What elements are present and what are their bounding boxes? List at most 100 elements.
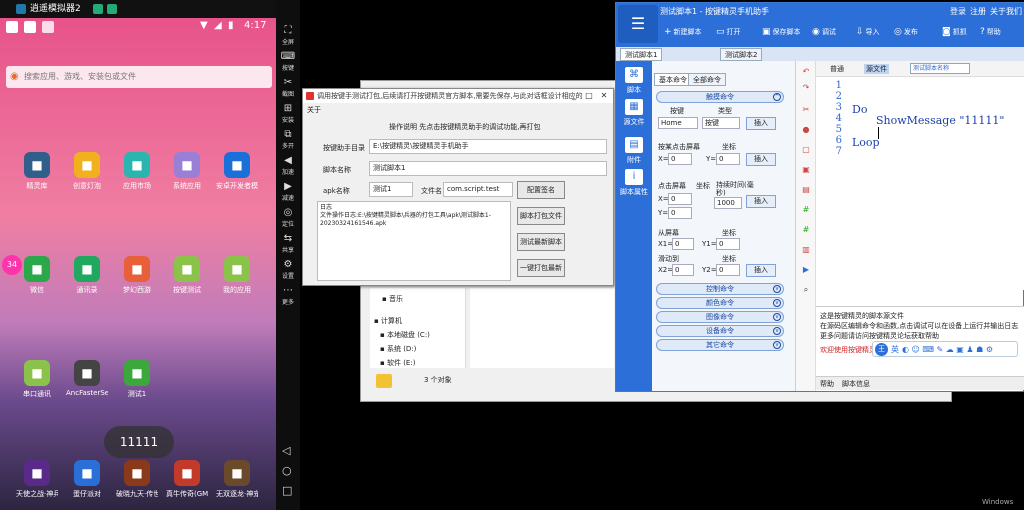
home-app[interactable]: ■ 梦幻西游 (116, 256, 158, 295)
explorer-nav-item[interactable]: ▪ 计算机 (374, 316, 402, 326)
nav-source[interactable]: ▦ 源文件 (616, 99, 652, 127)
save-script-button[interactable]: ▣ 保存脚本 (762, 27, 801, 37)
debug-button[interactable]: ◉ 调试 (812, 27, 836, 37)
comment-icon[interactable]: # (801, 225, 811, 235)
sidebar-2[interactable]: ✂ 截图 (276, 74, 300, 100)
dock-app[interactable]: ■ 破晓九天·传世... (116, 460, 158, 499)
section-other[interactable]: 其它命令 v (656, 339, 784, 351)
tab-all-commands[interactable]: 全部命令 (688, 73, 726, 86)
undo-icon[interactable]: ↶ (801, 67, 811, 77)
search-input[interactable]: ◉ 搜索应用、游戏、安装包或文件 (6, 66, 272, 88)
section-device[interactable]: 设备命令 v (656, 325, 784, 337)
home-app[interactable]: ■ 我的应用 (216, 256, 258, 295)
sidebar-0[interactable]: ⛶ 全屏 (276, 22, 300, 48)
swipe-x1-input[interactable]: 0 (672, 238, 694, 250)
home-app[interactable]: ■ 通讯录 (66, 256, 108, 295)
home-app[interactable]: ■ 应用市场 (116, 152, 158, 191)
script-name-input[interactable]: 测试脚本1 (369, 161, 607, 176)
insert-button[interactable]: 插入 (746, 117, 776, 130)
record-icon[interactable]: ● (801, 125, 811, 135)
tab-script1[interactable]: 测试脚本1 (620, 48, 663, 61)
insert-button[interactable]: 插入 (746, 195, 776, 208)
tap-x-input[interactable]: 0 (668, 153, 692, 165)
menu-icon[interactable]: ☰ (618, 5, 658, 43)
uncomment-icon[interactable]: ▥ (801, 245, 811, 255)
about-link[interactable]: 关于我们 (990, 3, 1022, 21)
dock-app[interactable]: ■ 蛋仔派对 (66, 460, 108, 499)
delete-icon[interactable]: ▤ (801, 185, 811, 195)
paste-icon[interactable]: ▣ (801, 165, 811, 175)
nav-properties[interactable]: i 脚本属性 (616, 169, 652, 197)
home-app[interactable]: ■ 系统应用 (166, 152, 208, 191)
home-app[interactable]: ■ 串口通讯 (16, 360, 58, 399)
onekey-pack-button[interactable]: 一键打包最新 (517, 259, 565, 277)
home-app[interactable]: ■ 按键测试 (166, 256, 208, 295)
sidebar-3[interactable]: ⊞ 安装 (276, 100, 300, 126)
section-color[interactable]: 颜色命令 v (656, 297, 784, 309)
sidebar-9[interactable]: ⚙ 设置 (276, 256, 300, 282)
register-link[interactable]: 注册 (970, 3, 986, 21)
type-select[interactable]: 按键 (702, 117, 740, 129)
find-icon[interactable]: ⌕ (801, 285, 811, 295)
sidebar-6[interactable]: ▶ 减速 (276, 178, 300, 204)
test-latest-button[interactable]: 测试最新脚本 (517, 233, 565, 251)
explorer-nav-item[interactable]: ▪ 音乐 (382, 294, 403, 304)
ime-tool-icons[interactable]: ◐ ☺ ⌨ ✎ ☁ ▣ ♟ ☗ ⚙ (902, 345, 993, 354)
go-icon[interactable]: ▶ (801, 265, 811, 275)
tap-y-input[interactable]: 0 (716, 153, 740, 165)
file-name-input[interactable]: com.script.test (443, 182, 513, 197)
dock-app[interactable]: ■ 无双逐龙·神宠... (216, 460, 258, 499)
insert-button[interactable]: 插入 (746, 153, 776, 166)
login-link[interactable]: 登录 (950, 3, 966, 21)
maximize-button[interactable]: □ (582, 90, 596, 101)
tab-help[interactable]: 帮助 (820, 379, 834, 389)
tab-basic-commands[interactable]: 基本命令 (654, 73, 692, 86)
sidebar-5[interactable]: ◀ 加速 (276, 152, 300, 178)
new-script-button[interactable]: + 新建脚本 (664, 27, 702, 37)
swipe-y1-input[interactable]: 0 (716, 238, 740, 250)
apk-name-input[interactable]: 测试1 (369, 182, 413, 197)
dock-app[interactable]: ■ 真牛传奇(GM... (166, 460, 208, 499)
sidebar-10[interactable]: ⋯ 更多 (276, 282, 300, 308)
config-sign-button[interactable]: 配置签名 (517, 181, 565, 199)
swipe-x2-input[interactable]: 0 (672, 264, 694, 276)
open-button[interactable]: ▭ 打开 (716, 27, 741, 37)
explorer-nav-item[interactable]: ▪ 本地磁盘 (C:) (380, 330, 430, 340)
script-name-field[interactable]: 测试脚本名称 (910, 63, 970, 74)
swipe-y2-input[interactable]: 0 (716, 264, 740, 276)
code-editor[interactable]: 1234567 Do ShowMessage "11111" Loop (816, 77, 1024, 290)
view-source-tab[interactable]: 源文件 (864, 64, 889, 74)
home-app[interactable]: ■ 创意灯泡 (66, 152, 108, 191)
app-icon[interactable] (106, 4, 117, 14)
home-app[interactable]: ■ 安卓开发者模式 (216, 152, 258, 191)
tab-script-info[interactable]: 脚本信息 (842, 379, 870, 389)
section-image[interactable]: 图像命令 v (656, 311, 784, 323)
home-app[interactable]: ■ 精灵库 (16, 152, 58, 191)
explorer-nav-item[interactable]: ▪ 软件 (E:) (380, 358, 415, 368)
explorer-nav-item[interactable]: ▪ 系统 (D:) (380, 344, 416, 354)
sidebar-1[interactable]: ⌨ 按键 (276, 48, 300, 74)
duration-input[interactable]: 1000 (714, 197, 742, 209)
app-icon[interactable] (92, 4, 103, 14)
sidebar-7[interactable]: ◎ 定位 (276, 204, 300, 230)
redo-icon[interactable]: ↷ (801, 83, 811, 93)
minimize-button[interactable]: _ (567, 90, 581, 101)
format-icon[interactable]: # (801, 205, 811, 215)
home-app[interactable]: ■ AncFasterSeri... (66, 360, 108, 397)
dir-input[interactable]: E:\按键精灵\按键精灵手机助手 (369, 139, 607, 154)
view-normal-tab[interactable]: 普通 (830, 64, 844, 74)
dialog-menu-about[interactable]: 关于 (307, 105, 321, 115)
sidebar-4[interactable]: ⧉ 多开 (276, 126, 300, 152)
nav-script[interactable]: ⌘ 脚本 (616, 67, 652, 95)
publish-button[interactable]: ◎ 发布 (894, 27, 918, 37)
home-app[interactable]: ■ 测试1 (116, 360, 158, 399)
home-app[interactable]: ■ 微信 (16, 256, 58, 295)
nav-attachment[interactable]: ▤ 附件 (616, 137, 652, 165)
pack-file-button[interactable]: 脚本打包文件 (517, 207, 565, 225)
press-y-input[interactable]: 0 (668, 207, 692, 219)
home-icon[interactable]: ○ (282, 464, 292, 477)
back-icon[interactable]: ◁ (282, 444, 290, 457)
sidebar-8[interactable]: ⇆ 共享 (276, 230, 300, 256)
close-button[interactable]: ✕ (597, 90, 611, 101)
key-select[interactable]: Home (658, 117, 698, 129)
